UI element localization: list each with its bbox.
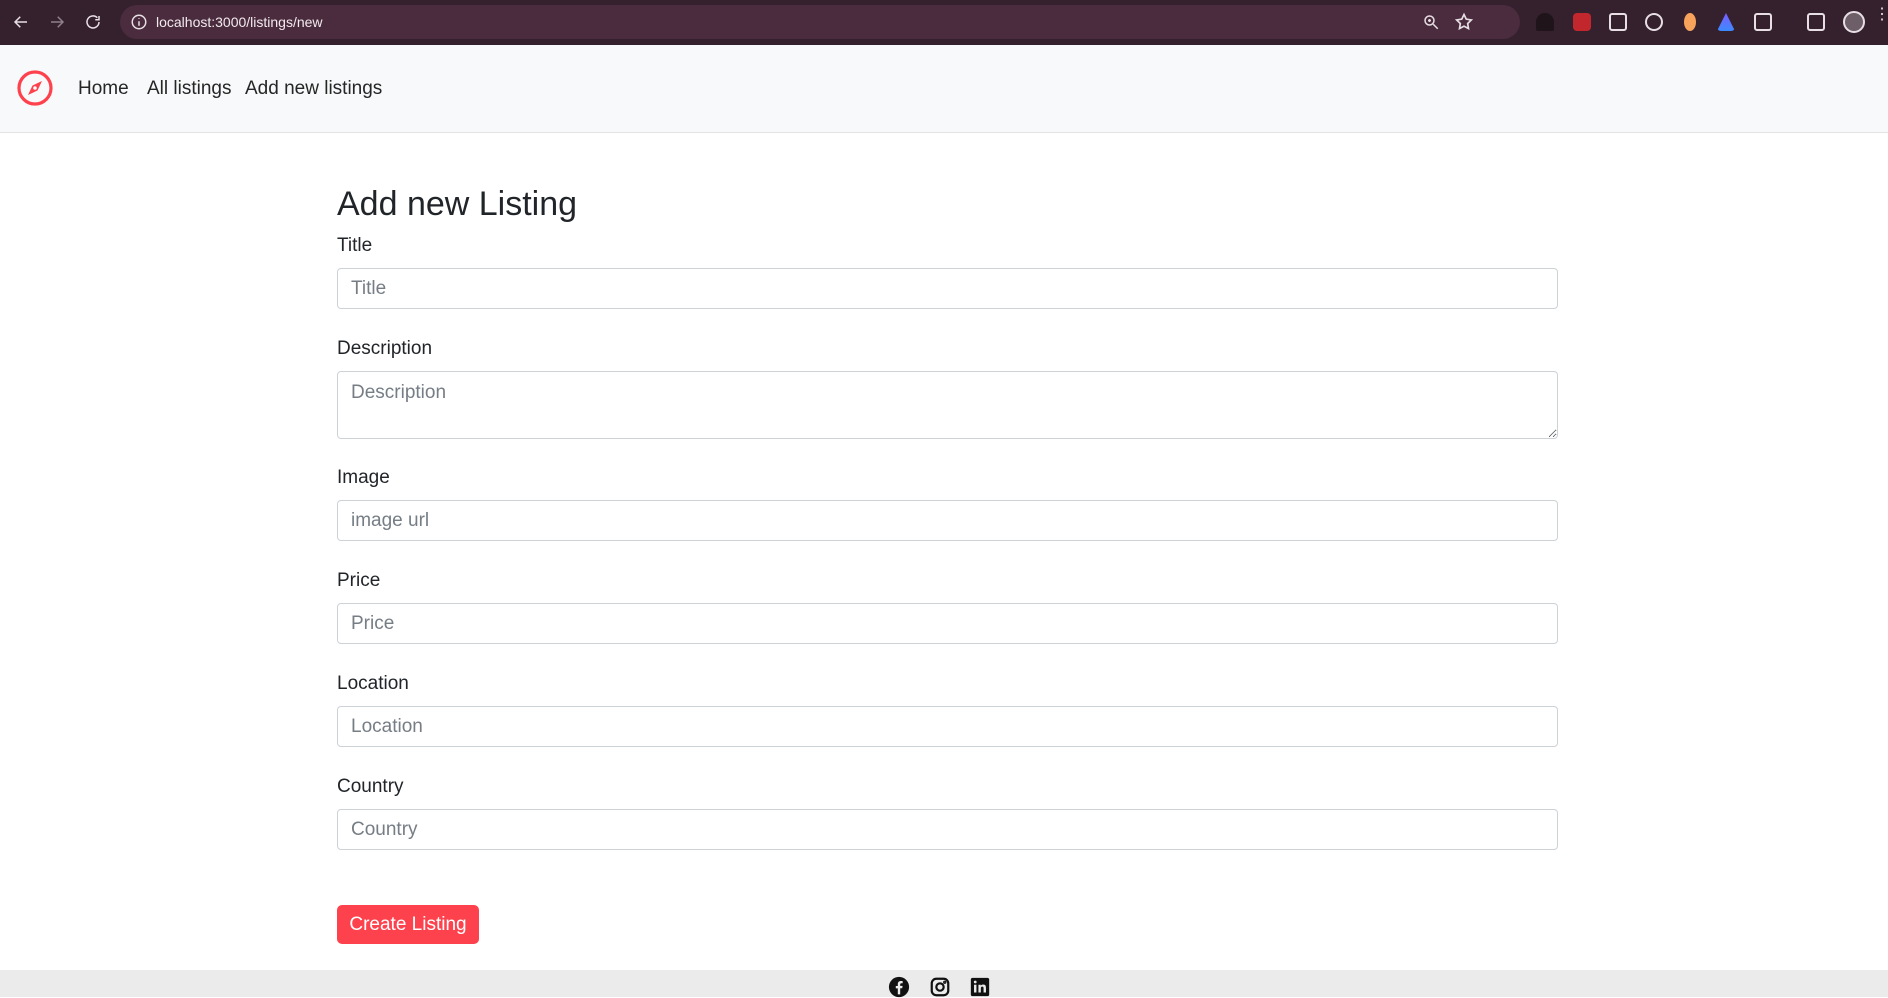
reload-icon — [86, 15, 100, 29]
bookmark-star-icon[interactable] — [1454, 12, 1474, 32]
url-text[interactable]: localhost:3000/listings/new — [156, 14, 323, 30]
create-listing-button[interactable]: Create Listing — [337, 905, 479, 944]
price-input[interactable] — [337, 603, 1558, 644]
back-button[interactable] — [7, 8, 35, 36]
country-input[interactable] — [337, 809, 1558, 850]
browser-toolbar: localhost:3000/listings/new ⋮ — [0, 0, 1888, 45]
side-panel-icon[interactable] — [1807, 13, 1825, 31]
title-input[interactable] — [337, 268, 1558, 309]
kebab-menu-icon[interactable]: ⋮ — [1874, 7, 1888, 32]
extension-orange-icon[interactable] — [1684, 13, 1696, 31]
extension-hat-icon[interactable] — [1536, 13, 1554, 31]
facebook-icon[interactable] — [888, 976, 910, 998]
nav-link-all-listings[interactable]: All listings — [147, 78, 231, 100]
extension-flame-icon[interactable] — [1717, 13, 1735, 31]
arrow-left-icon — [13, 16, 27, 28]
instagram-icon[interactable] — [929, 976, 951, 998]
location-label: Location — [337, 673, 409, 694]
nav-link-home[interactable]: Home — [78, 78, 129, 100]
zoom-icon[interactable] — [1422, 13, 1440, 31]
forward-button[interactable] — [43, 8, 71, 36]
page-title: Add new Listing — [337, 185, 578, 223]
country-label: Country — [337, 776, 404, 797]
extension-circle-icon[interactable] — [1645, 13, 1663, 31]
extension-window-icon[interactable] — [1609, 13, 1627, 31]
nav-link-add-new-listings[interactable]: Add new listings — [245, 78, 382, 100]
compass-icon[interactable] — [16, 69, 54, 107]
image-url-input[interactable] — [337, 500, 1558, 541]
linkedin-icon[interactable] — [969, 976, 991, 998]
site-navbar: Home All listings Add new listings — [0, 45, 1888, 133]
info-icon[interactable] — [130, 13, 148, 31]
title-label: Title — [337, 235, 373, 256]
address-bar[interactable]: localhost:3000/listings/new — [120, 5, 1520, 39]
reload-button[interactable] — [79, 8, 107, 36]
footer — [0, 970, 1888, 998]
description-textarea[interactable] — [337, 371, 1558, 439]
extensions-puzzle-icon[interactable] — [1754, 13, 1772, 31]
location-input[interactable] — [337, 706, 1558, 747]
price-label: Price — [337, 570, 381, 591]
image-label: Image — [337, 467, 390, 488]
arrow-right-icon — [51, 16, 65, 28]
profile-avatar-icon[interactable] — [1843, 11, 1865, 33]
extension-ublock-icon[interactable] — [1573, 13, 1591, 31]
description-label: Description — [337, 338, 433, 359]
